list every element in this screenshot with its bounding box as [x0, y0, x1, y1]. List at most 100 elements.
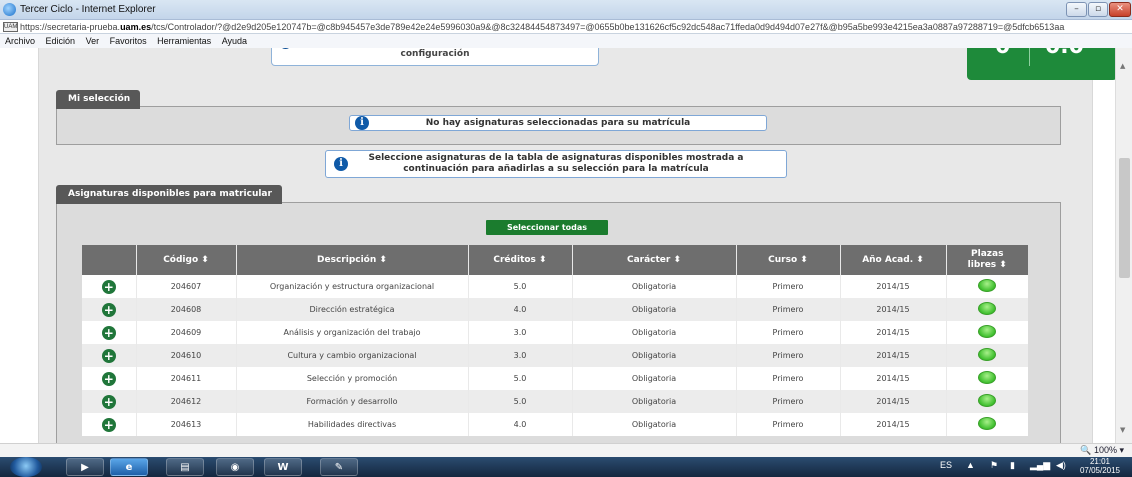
- table-row: +204612 Formación y desarrollo 5.0 Obligato…: [82, 390, 1028, 413]
- table-row: +204607 Organización y estructura organiz…: [82, 275, 1028, 298]
- configuration-text: configuración: [400, 49, 470, 59]
- menu-ver[interactable]: Ver: [86, 36, 100, 46]
- cell-anio: 2014/15: [840, 298, 947, 321]
- maximize-button[interactable]: ▫: [1088, 2, 1108, 17]
- start-button[interactable]: [10, 457, 42, 477]
- scrollbar-thumb[interactable]: [1119, 158, 1130, 278]
- zoom-control[interactable]: 🔍 100% ▾: [1080, 445, 1124, 456]
- cell-caracter: Obligatoria: [572, 390, 737, 413]
- internet-explorer-taskbar-icon[interactable]: e: [110, 458, 148, 476]
- add-subject-icon[interactable]: +: [101, 348, 116, 363]
- add-subject-icon[interactable]: +: [101, 417, 116, 432]
- scroll-down-arrow-icon[interactable]: ▼: [1120, 426, 1125, 434]
- availability-green-dot-icon: [978, 394, 997, 407]
- header-curso[interactable]: Curso ⬍: [736, 245, 841, 275]
- cell-creditos: 5.0: [468, 367, 573, 390]
- plazas-cell: [946, 344, 1028, 367]
- cell-curso: Primero: [736, 390, 841, 413]
- header-creditos[interactable]: Créditos ⬍: [468, 245, 573, 275]
- file-explorer-taskbar-icon[interactable]: ▤: [166, 458, 204, 476]
- menu-archivo[interactable]: Archivo: [5, 36, 35, 46]
- word-taskbar-icon[interactable]: W: [264, 458, 302, 476]
- cell-codigo: 204609: [136, 321, 237, 344]
- url-host: uam.es: [120, 22, 152, 32]
- header-descripcion[interactable]: Descripción ⬍: [236, 245, 469, 275]
- menu-edicion[interactable]: Edición: [46, 36, 76, 46]
- minimize-button[interactable]: –: [1066, 2, 1087, 17]
- cell-anio: 2014/15: [840, 344, 947, 367]
- availability-green-dot-icon: [978, 279, 997, 292]
- plazas-cell: [946, 275, 1028, 298]
- scroll-up-arrow-icon[interactable]: ▲: [1120, 62, 1125, 70]
- network-icon[interactable]: ▮: [1010, 460, 1015, 471]
- cell-descripcion: Organización y estructura organizacional: [236, 275, 469, 298]
- add-subject-icon[interactable]: +: [101, 394, 116, 409]
- cell-codigo: 204613: [136, 413, 237, 436]
- cell-anio: 2014/15: [840, 367, 947, 390]
- disponibles-title: Asignaturas disponibles para matricular: [56, 185, 282, 204]
- flag-icon[interactable]: ⚑: [990, 460, 998, 471]
- address-bar[interactable]: UAM https://secretaria-prueba.uam.es/tcs/…: [0, 20, 1132, 34]
- header-add: [82, 245, 137, 275]
- add-cell: +: [82, 321, 137, 344]
- media-player-taskbar-icon[interactable]: ▶: [66, 458, 104, 476]
- plazas-cell: [946, 321, 1028, 344]
- add-subject-icon[interactable]: +: [101, 302, 116, 317]
- select-all-button[interactable]: Seleccionar todas: [486, 220, 608, 235]
- menu-ayuda[interactable]: Ayuda: [222, 36, 247, 46]
- header-caracter[interactable]: Carácter ⬍: [572, 245, 737, 275]
- cell-caracter: Obligatoria: [572, 298, 737, 321]
- system-clock[interactable]: 21:01 07/05/2015: [1080, 457, 1120, 475]
- info-icon: i: [355, 116, 369, 130]
- show-hidden-icons-icon[interactable]: ▲: [966, 460, 975, 470]
- table-header-row: Código ⬍ Descripción ⬍ Créditos ⬍ Caráct…: [82, 245, 1028, 275]
- cell-curso: Primero: [736, 321, 841, 344]
- table-row: +204608 Dirección estratégica 4.0 Obligator…: [82, 298, 1028, 321]
- cell-descripcion: Dirección estratégica: [236, 298, 469, 321]
- paint-taskbar-icon[interactable]: ✎: [320, 458, 358, 476]
- hint-box: i Seleccione asignaturas de la tabla de …: [325, 150, 787, 178]
- cell-codigo: 204611: [136, 367, 237, 390]
- firefox-taskbar-icon[interactable]: ◉: [216, 458, 254, 476]
- add-subject-icon[interactable]: +: [101, 279, 116, 294]
- configuration-box: configuración: [271, 48, 599, 66]
- availability-green-dot-icon: [978, 417, 997, 430]
- header-plazas-line2: libres ⬍: [967, 260, 1007, 270]
- add-cell: +: [82, 413, 137, 436]
- menu-favoritos[interactable]: Favoritos: [110, 36, 147, 46]
- cell-caracter: Obligatoria: [572, 344, 737, 367]
- cell-descripcion: Habilidades directivas: [236, 413, 469, 436]
- cell-descripcion: Selección y promoción: [236, 367, 469, 390]
- cell-curso: Primero: [736, 298, 841, 321]
- plazas-cell: [946, 390, 1028, 413]
- table-row: +204609 Análisis y organización del traba…: [82, 321, 1028, 344]
- table-row: +204610 Cultura y cambio organizacional 3.…: [82, 344, 1028, 367]
- cell-creditos: 5.0: [468, 275, 573, 298]
- menu-herramientas[interactable]: Herramientas: [157, 36, 211, 46]
- volume-icon[interactable]: ◀): [1056, 460, 1066, 471]
- url-path: /tcs/Controlador/?@d2e9d205e120747b=@c8b…: [151, 22, 1065, 32]
- info-icon: [279, 48, 292, 49]
- add-cell: +: [82, 344, 137, 367]
- header-codigo[interactable]: Código ⬍: [136, 245, 237, 275]
- cell-codigo: 204612: [136, 390, 237, 413]
- vertical-scrollbar[interactable]: ▲ ▼: [1115, 48, 1132, 443]
- availability-green-dot-icon: [978, 348, 997, 361]
- close-button[interactable]: ✕: [1109, 2, 1131, 17]
- hint-line-2: continuación para añadirlas a su selecci…: [403, 164, 709, 174]
- add-cell: +: [82, 367, 137, 390]
- cell-creditos: 4.0: [468, 298, 573, 321]
- add-subject-icon[interactable]: +: [101, 371, 116, 386]
- menu-bar: Archivo Edición Ver Favoritos Herramient…: [0, 34, 1132, 48]
- mi-seleccion-message-box: i No hay asignaturas seleccionadas para …: [349, 115, 767, 131]
- cell-creditos: 4.0: [468, 413, 573, 436]
- header-plazas[interactable]: Plazas libres ⬍: [946, 245, 1028, 275]
- add-subject-icon[interactable]: +: [101, 325, 116, 340]
- cell-anio: 2014/15: [840, 321, 947, 344]
- clock-time: 21:01: [1089, 457, 1110, 466]
- url-prefix: https://secretaria-prueba.: [20, 22, 121, 32]
- header-anio[interactable]: Año Acad. ⬍: [840, 245, 947, 275]
- clock-date: 07/05/2015: [1079, 466, 1120, 475]
- signal-icon[interactable]: ▂▄▆: [1030, 460, 1050, 471]
- language-indicator[interactable]: ES: [940, 460, 952, 470]
